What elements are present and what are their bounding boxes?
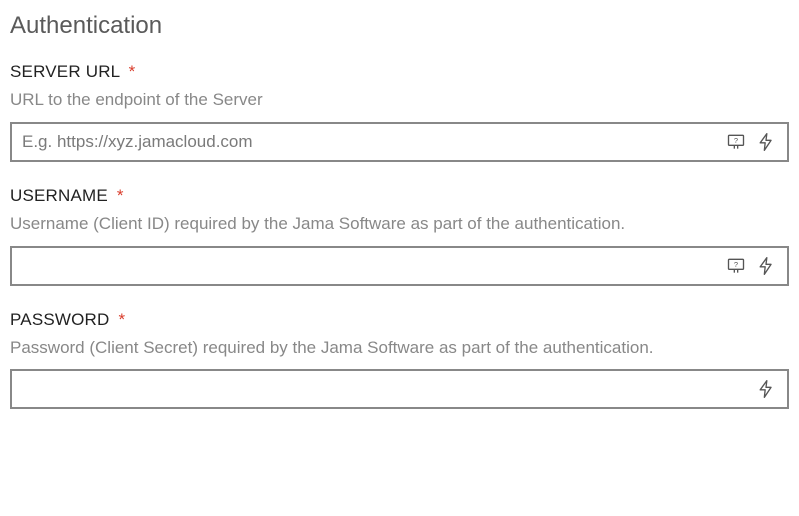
action-icon[interactable]	[753, 376, 779, 402]
server-url-description: URL to the endpoint of the Server	[10, 88, 789, 112]
svg-text:?: ?	[734, 136, 738, 145]
password-input-wrap	[10, 369, 789, 409]
action-icon[interactable]	[753, 253, 779, 279]
username-label-text: USERNAME	[10, 186, 108, 205]
help-icon[interactable]: ?	[723, 253, 749, 279]
password-label-text: PASSWORD	[10, 310, 110, 329]
server-url-input-wrap: ?	[10, 122, 789, 162]
username-input-wrap: ?	[10, 246, 789, 286]
field-password: PASSWORD * Password (Client Secret) requ…	[10, 310, 789, 410]
username-description: Username (Client ID) required by the Jam…	[10, 212, 789, 236]
server-url-input[interactable]	[22, 124, 719, 160]
required-mark: *	[117, 186, 124, 205]
field-server-url: SERVER URL * URL to the endpoint of the …	[10, 62, 789, 162]
username-input[interactable]	[22, 248, 719, 284]
password-label: PASSWORD *	[10, 310, 789, 330]
server-url-label-text: SERVER URL	[10, 62, 120, 81]
password-description: Password (Client Secret) required by the…	[10, 336, 789, 360]
username-label: USERNAME *	[10, 186, 789, 206]
section-title: Authentication	[10, 12, 789, 40]
field-username: USERNAME * Username (Client ID) required…	[10, 186, 789, 286]
server-url-label: SERVER URL *	[10, 62, 789, 82]
action-icon[interactable]	[753, 129, 779, 155]
help-icon[interactable]: ?	[723, 129, 749, 155]
password-input[interactable]	[22, 371, 749, 407]
required-mark: *	[129, 62, 136, 81]
svg-text:?: ?	[734, 259, 738, 268]
required-mark: *	[118, 310, 125, 329]
